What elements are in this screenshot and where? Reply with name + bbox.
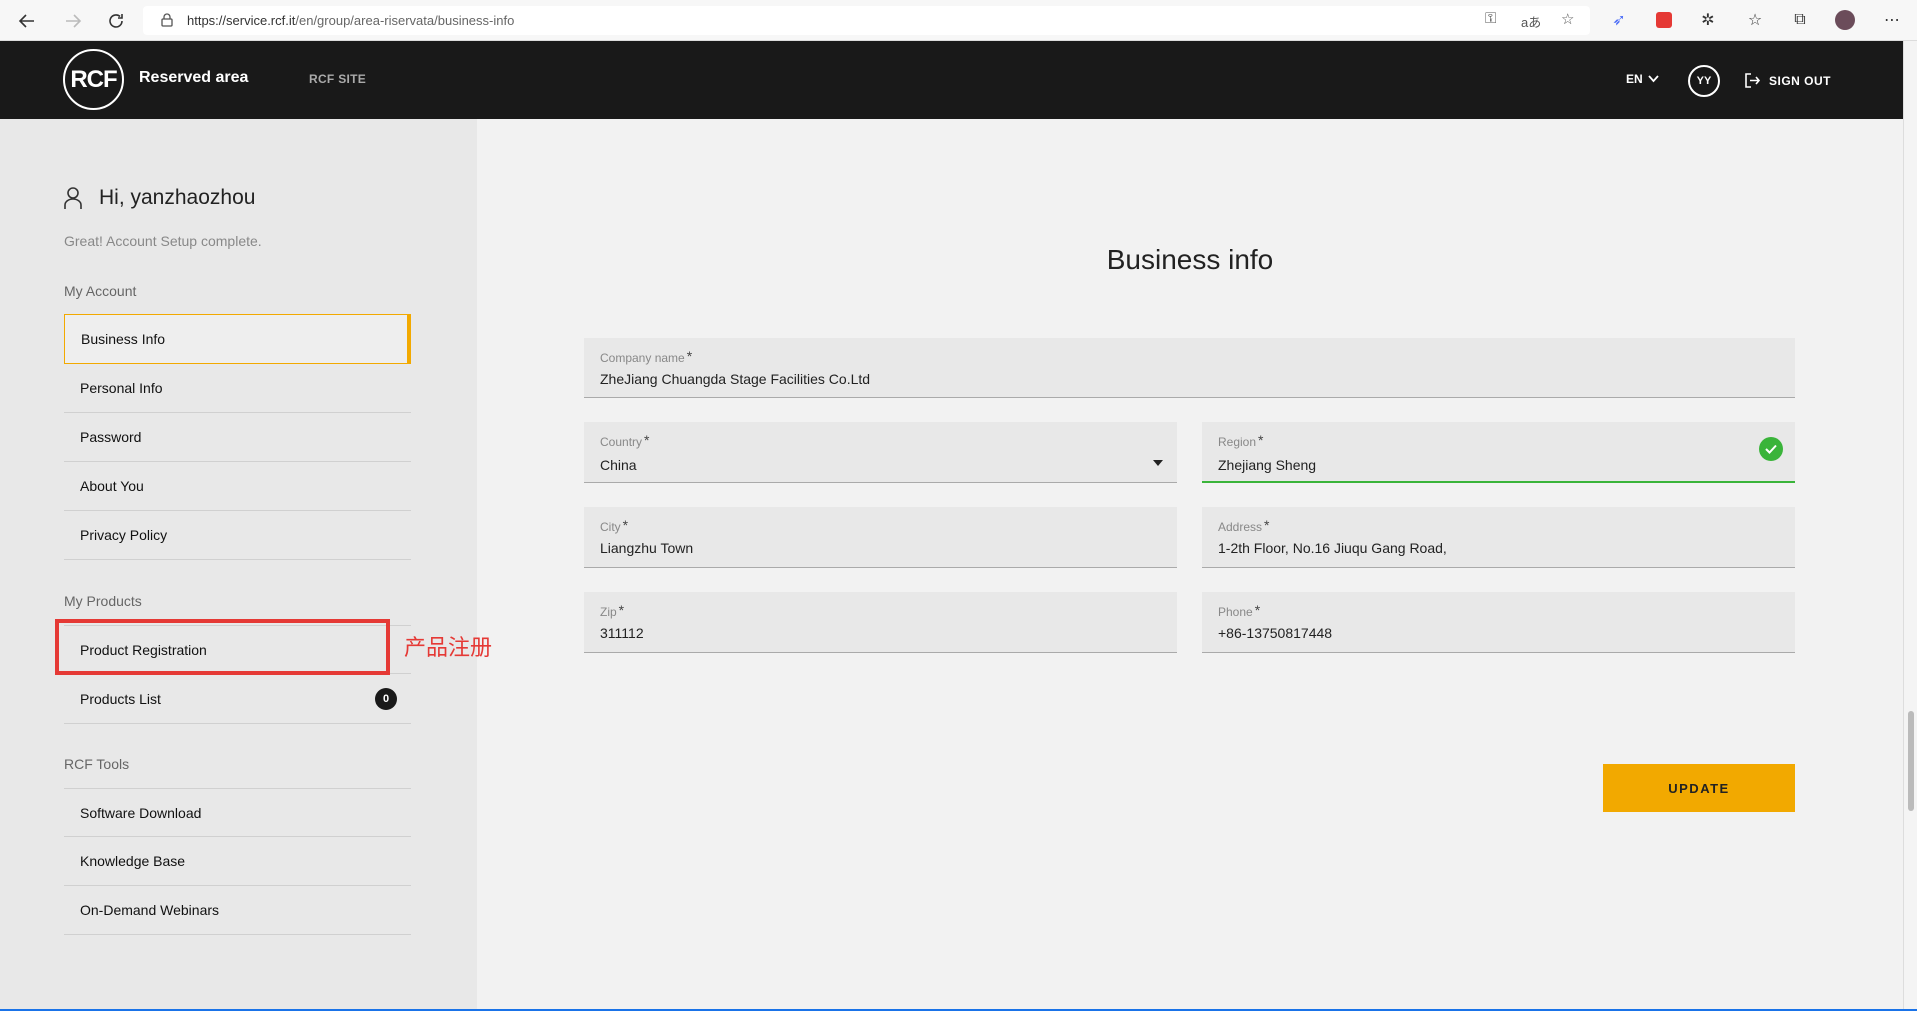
greeting: Hi, yanzhaozhou <box>63 186 255 210</box>
site-header: RCF Reserved area RCF SITE EN YY SIGN OU… <box>0 41 1903 119</box>
products-count-badge: 0 <box>375 688 397 710</box>
country-select[interactable]: Country * China <box>584 422 1177 483</box>
country-value: China <box>600 457 637 473</box>
company-name-value: ZheJiang Chuangda Stage Facilities Co.Lt… <box>600 371 871 387</box>
rcf-logo[interactable]: RCF <box>63 49 124 110</box>
extension-bird-icon[interactable]: ➶ <box>1609 10 1629 30</box>
sidebar-item-knowledge-base[interactable]: Knowledge Base <box>64 837 411 886</box>
page-title: Business info <box>1106 244 1274 275</box>
sign-out-icon <box>1745 73 1761 88</box>
sidebar-item-on-demand-webinars[interactable]: On-Demand Webinars <box>64 886 411 935</box>
region-value: Zhejiang Sheng <box>1218 457 1317 473</box>
profile-avatar-icon[interactable] <box>1835 10 1855 30</box>
section-my-products: My Products <box>64 593 142 609</box>
dropdown-caret-icon <box>1153 460 1163 466</box>
translate-icon[interactable]: aあ <box>1521 12 1541 31</box>
city-field[interactable]: City * Liangzhu Town <box>584 507 1177 568</box>
region-field[interactable]: Region * Zhejiang Sheng <box>1202 422 1795 483</box>
user-icon <box>64 187 82 209</box>
phone-field[interactable]: Phone * +86-13750817448 <box>1202 592 1795 653</box>
annotation-text: 产品注册 <box>404 636 493 661</box>
extensions-puzzle-icon[interactable]: ✲ <box>1698 10 1718 30</box>
extension-red-icon[interactable] <box>1654 10 1674 30</box>
sidebar-item-business-info[interactable]: Business Info <box>64 314 411 364</box>
city-value: Liangzhu Town <box>600 540 694 556</box>
scrollbar-thumb[interactable] <box>1908 711 1914 811</box>
sidebar-item-privacy-policy[interactable]: Privacy Policy <box>64 511 411 560</box>
lock-icon <box>161 13 173 27</box>
language-selector[interactable]: EN <box>1626 72 1659 86</box>
rcf-site-link[interactable]: RCF SITE <box>309 72 366 86</box>
phone-value: +86-13750817448 <box>1218 625 1333 641</box>
chevron-down-icon <box>1648 75 1659 83</box>
sidebar-item-password[interactable]: Password <box>64 413 411 462</box>
user-avatar[interactable]: YY <box>1688 65 1720 97</box>
sidebar-item-products-list[interactable]: Products List 0 <box>64 674 411 724</box>
zip-value: 311112 <box>600 625 644 641</box>
address-bar[interactable]: https://service.rcf.it/en/group/area-ris… <box>143 6 1590 35</box>
sidebar-item-personal-info[interactable]: Personal Info <box>64 364 411 413</box>
page-scrollbar[interactable] <box>1903 41 1917 1011</box>
key-icon[interactable]: ⚿ <box>1485 10 1496 27</box>
sign-out-button[interactable]: SIGN OUT <box>1744 72 1831 89</box>
address-value: 1-2th Floor, No.16 Jiuqu Gang Road, <box>1218 540 1447 556</box>
annotation-highlight-box <box>55 619 390 675</box>
more-options-icon[interactable]: ⋯ <box>1882 10 1902 30</box>
favorites-icon[interactable]: ☆ <box>1745 10 1765 30</box>
forward-icon[interactable] <box>60 8 86 34</box>
sidebar-item-about-you[interactable]: About You <box>64 462 411 511</box>
zip-field[interactable]: Zip * 311112 <box>584 592 1177 653</box>
update-button[interactable]: UPDATE <box>1603 764 1795 812</box>
refresh-icon[interactable] <box>103 8 129 34</box>
back-icon[interactable] <box>14 8 40 34</box>
sidebar-item-software-download[interactable]: Software Download <box>64 788 411 837</box>
address-field[interactable]: Address * 1-2th Floor, No.16 Jiuqu Gang R… <box>1202 507 1795 568</box>
setup-status: Great! Account Setup complete. <box>64 233 262 249</box>
company-name-field[interactable]: Company name * ZheJiang Chuangda Stage Fa… <box>584 338 1795 398</box>
check-icon <box>1759 437 1783 461</box>
collections-icon[interactable]: ⧉ <box>1790 10 1810 30</box>
reserved-area-title: Reserved area <box>139 69 249 86</box>
section-rcf-tools: RCF Tools <box>64 756 130 772</box>
url-text: https://service.rcf.it/en/group/area-ris… <box>187 13 515 28</box>
section-my-account: My Account <box>64 283 137 299</box>
browser-toolbar: https://service.rcf.it/en/group/area-ris… <box>0 0 1917 41</box>
favorite-add-icon[interactable]: ☆ <box>1561 10 1574 28</box>
